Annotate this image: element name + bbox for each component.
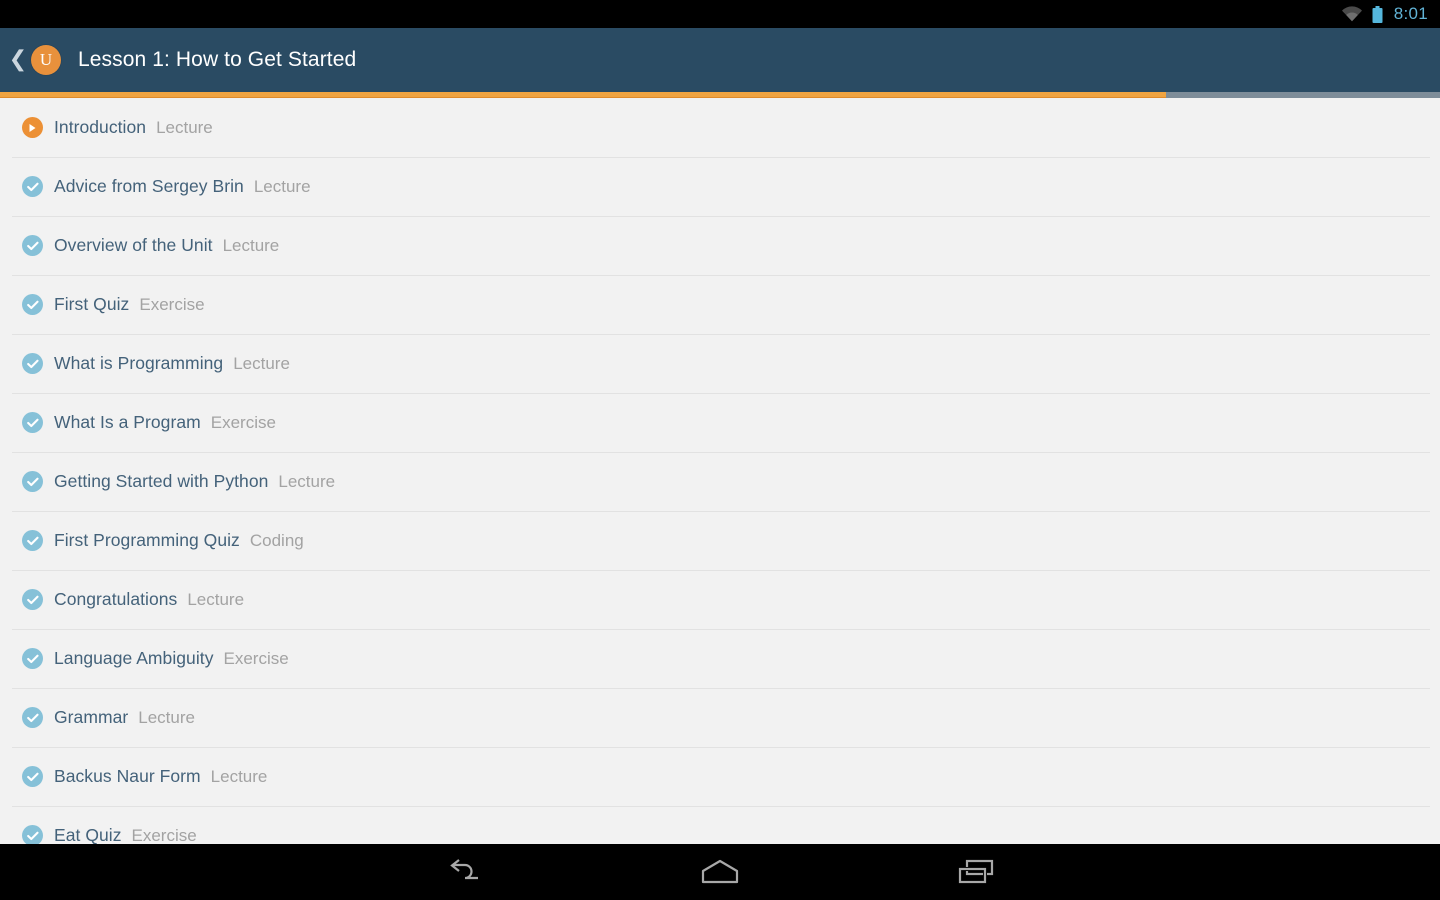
lesson-item-kind: Lecture xyxy=(138,707,195,727)
lesson-list-item[interactable]: Advice from Sergey Brin Lecture xyxy=(0,157,1440,216)
lesson-item-title: Advice from Sergey Brin xyxy=(54,176,244,196)
wifi-icon xyxy=(1341,6,1362,22)
page-title: Lesson 1: How to Get Started xyxy=(78,48,357,71)
lesson-item-kind: Lecture xyxy=(210,766,268,786)
udacity-logo-letter: U xyxy=(39,49,53,69)
check-circle-icon xyxy=(22,471,43,492)
lesson-item-kind: Lecture xyxy=(187,589,245,609)
check-circle-icon xyxy=(22,176,43,197)
lesson-item-title: What is Programming xyxy=(54,353,224,373)
recents-icon xyxy=(958,859,994,884)
lesson-item-kind: Exercise xyxy=(210,412,276,432)
lesson-item-kind: Exercise xyxy=(223,648,289,668)
lesson-list-item[interactable]: Language Ambiguity Exercise xyxy=(0,629,1440,688)
check-circle-icon xyxy=(22,766,43,787)
udacity-logo[interactable]: U xyxy=(31,45,61,75)
lesson-item-kind: Lecture xyxy=(222,235,280,255)
lesson-list-item[interactable]: Getting Started with Python Lecture xyxy=(0,452,1440,511)
lesson-item-kind: Lecture xyxy=(253,176,311,196)
status-icons: 8:01 xyxy=(1341,4,1428,24)
check-circle-icon xyxy=(22,353,43,374)
lesson-item-title: First Programming Quiz xyxy=(54,530,240,550)
back-chevron-icon[interactable]: ❮ xyxy=(8,40,28,80)
lesson-list-item[interactable]: First Programming Quiz Coding xyxy=(0,511,1440,570)
lesson-list-item[interactable]: Overview of the Unit Lecture xyxy=(0,216,1440,275)
home-button[interactable] xyxy=(692,850,748,894)
check-circle-icon xyxy=(22,412,43,433)
recents-button[interactable] xyxy=(948,850,1004,894)
lesson-list-item[interactable]: Backus Naur Form Lecture xyxy=(0,747,1440,806)
battery-icon xyxy=(1372,5,1383,23)
lesson-list-item[interactable]: Congratulations Lecture xyxy=(0,570,1440,629)
check-circle-icon xyxy=(22,825,43,846)
app-bar: ❮ U Lesson 1: How to Get Started xyxy=(0,28,1440,92)
lesson-item-title: Eat Quiz xyxy=(54,825,122,845)
lesson-item-title: Getting Started with Python xyxy=(54,471,269,491)
home-icon xyxy=(701,859,739,884)
lesson-item-kind: Exercise xyxy=(139,294,205,314)
lesson-item-kind: Lecture xyxy=(233,353,290,373)
lesson-list[interactable]: Introduction Lecture Advice from Sergey Br… xyxy=(0,98,1440,874)
status-clock: 8:01 xyxy=(1393,4,1428,23)
back-arrow-icon xyxy=(450,859,478,880)
lesson-item-title: Language Ambiguity xyxy=(54,648,214,668)
lesson-list-item[interactable]: What Is a Program Exercise xyxy=(0,393,1440,452)
lesson-item-title: What Is a Program xyxy=(54,412,201,432)
lesson-list-item[interactable]: Grammar Lecture xyxy=(0,688,1440,747)
lesson-item-title: Overview of the Unit xyxy=(54,235,213,255)
lesson-item-title: First Quiz xyxy=(54,294,130,314)
lesson-list-item[interactable]: What is Programming Lecture xyxy=(0,334,1440,393)
status-bar: 8:01 xyxy=(0,0,1440,28)
lesson-item-kind: Coding xyxy=(249,530,304,550)
lesson-item-kind: Lecture xyxy=(278,471,336,491)
android-nav-bar xyxy=(0,844,1440,900)
check-circle-icon xyxy=(22,294,43,315)
lesson-item-title: Congratulations xyxy=(54,589,178,609)
check-circle-icon xyxy=(22,648,43,669)
check-circle-icon xyxy=(22,235,43,256)
lesson-item-title: Introduction xyxy=(54,117,147,137)
check-circle-icon xyxy=(22,707,43,728)
play-circle-icon xyxy=(22,117,43,138)
lesson-list-item[interactable]: First Quiz Exercise xyxy=(0,275,1440,334)
back-button[interactable] xyxy=(436,850,492,894)
lesson-item-title: Backus Naur Form xyxy=(54,766,201,786)
lesson-item-title: Grammar xyxy=(54,707,129,727)
check-circle-icon xyxy=(22,589,43,610)
lesson-item-kind: Exercise xyxy=(131,825,197,845)
check-circle-icon xyxy=(22,530,43,551)
lesson-list-item[interactable]: Introduction Lecture xyxy=(0,98,1440,157)
lesson-item-kind: Lecture xyxy=(156,117,213,137)
